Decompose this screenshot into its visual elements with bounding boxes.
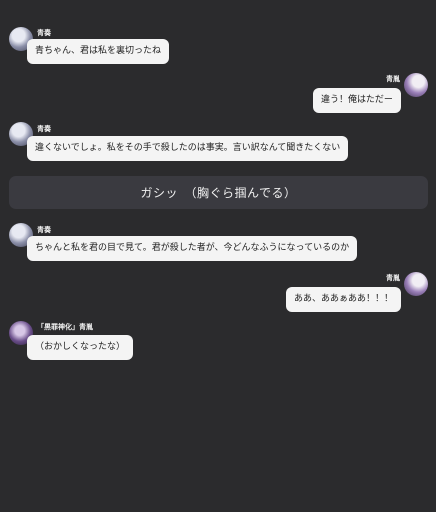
speaker-name: 青奏 — [37, 125, 51, 133]
avatar-aotane — [404, 272, 428, 296]
chat-bubble: ああ、ああぁああ！！！ — [286, 287, 402, 312]
speaker-name: 青奏 — [37, 29, 51, 37]
avatar-aotane — [404, 73, 428, 97]
narration-banner: ガシッ （胸ぐら掴んでる） — [9, 176, 428, 209]
chat-bubble: 違う！俺はただー — [313, 88, 401, 113]
chat-bubble: ちゃんと私を君の目で見て。君が殺した者が、今どんなふうになっているのか — [27, 236, 358, 261]
speaker-name: 「黒罪神化」青胤 — [37, 323, 93, 331]
speaker-name: 青胤 — [386, 274, 400, 282]
speaker-name: 青奏 — [37, 226, 51, 234]
chat-bubble: 青ちゃん、君は私を裏切ったね — [27, 39, 170, 64]
speaker-name: 青胤 — [386, 75, 400, 83]
chat-bubble: 違くないでしょ。私をその手で殺したのは事実。言い訳なんて聞きたくない — [27, 136, 349, 161]
chat-bubble: （おかしくなったな） — [27, 335, 134, 360]
